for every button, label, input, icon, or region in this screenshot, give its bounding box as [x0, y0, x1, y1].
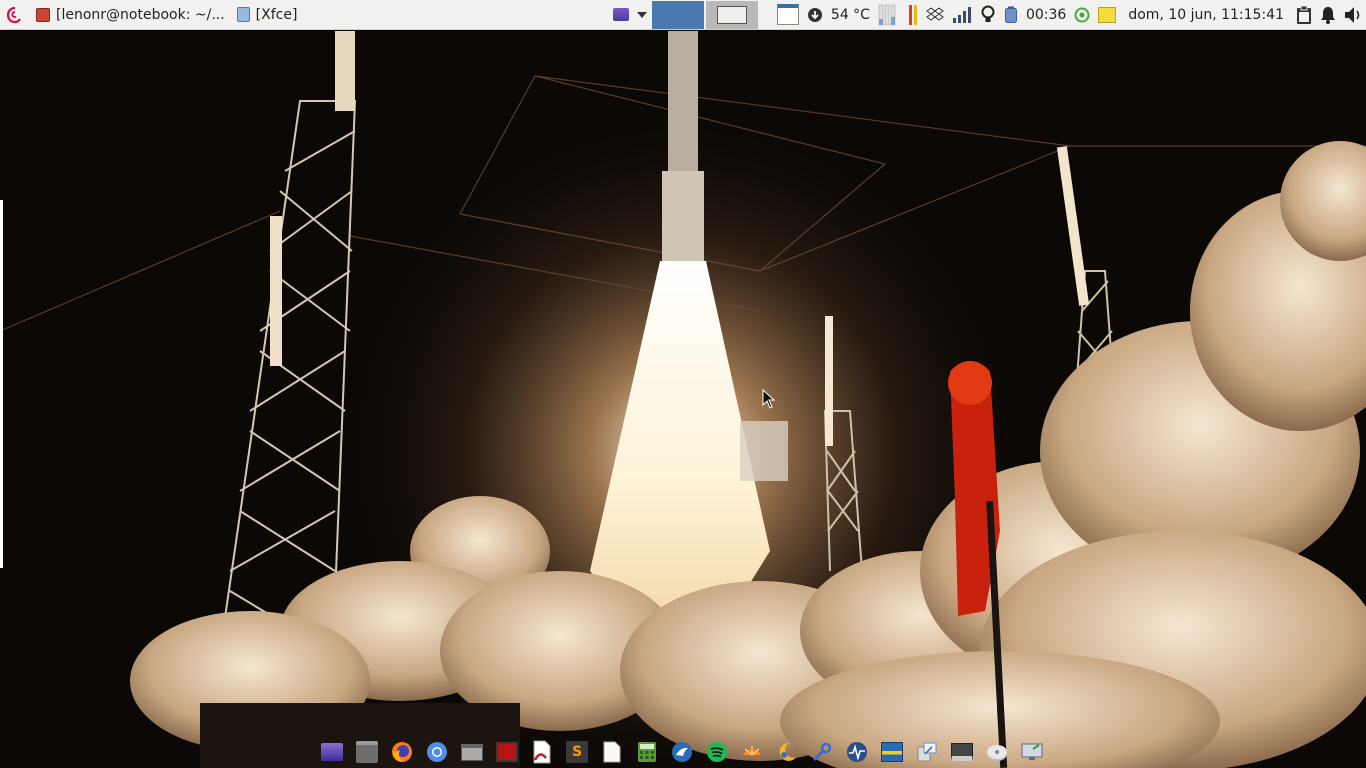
battery-indicator[interactable]: 00:36	[1000, 0, 1070, 30]
workspace-1[interactable]	[651, 0, 704, 29]
cpu-graph[interactable]	[874, 0, 904, 30]
firefox-icon	[392, 742, 412, 762]
dock-item-calculator[interactable]	[635, 740, 659, 764]
document-viewer-icon	[533, 740, 551, 764]
dock-item-resize[interactable]	[915, 740, 939, 764]
dock-item-system-monitor[interactable]	[845, 740, 869, 764]
window-icon	[236, 7, 250, 22]
taskbar-item-terminal[interactable]: [lenonr@notebook: ~/...	[30, 0, 231, 30]
sync-tray-button[interactable]	[1070, 0, 1094, 30]
notes-tray-button[interactable]	[1094, 0, 1120, 30]
window-icon	[461, 743, 483, 761]
volume-icon	[1345, 6, 1360, 23]
file-manager-tray-button[interactable]	[773, 0, 803, 30]
image-viewer-icon	[881, 742, 903, 762]
dock-item-spotify[interactable]	[705, 740, 729, 764]
workspace-2[interactable]	[705, 0, 758, 29]
memory-graph-icon	[908, 4, 917, 25]
clipboard-icon	[1297, 5, 1311, 24]
dropbox-icon	[926, 6, 944, 21]
system-monitor-icon	[847, 742, 867, 762]
dock-item-window[interactable]	[460, 740, 484, 764]
dock-item-remote-desktop[interactable]	[1020, 740, 1044, 764]
tray-terminal-button[interactable]	[609, 0, 633, 30]
bell-icon	[1321, 6, 1335, 24]
dock-item-orange-app[interactable]	[740, 740, 764, 764]
dock-item-screenshot[interactable]	[495, 740, 519, 764]
download-indicator[interactable]	[803, 0, 827, 30]
spotify-icon	[707, 742, 727, 762]
clock-label: dom, 10 jun, 11:15:41	[1128, 6, 1284, 23]
memory-graph[interactable]	[904, 0, 922, 30]
sublime-text-icon: S	[566, 741, 588, 763]
green-circle-icon	[1074, 7, 1090, 22]
remote-desktop-icon	[1021, 743, 1043, 760]
desktop-wallpaper	[0, 31, 1366, 768]
terminal-icon	[321, 743, 343, 761]
temperature-label: 54 °C	[830, 6, 870, 23]
cpu-graph-icon	[878, 4, 896, 25]
network-signal-icon	[952, 6, 971, 23]
dock-item-disk[interactable]	[985, 740, 1009, 764]
download-icon	[807, 7, 822, 22]
applications-menu-button[interactable]	[0, 0, 30, 30]
dock-item-firefox[interactable]	[390, 740, 414, 764]
sticky-note-icon	[1098, 6, 1117, 23]
calculator-icon	[638, 742, 656, 762]
screenshot-icon	[496, 742, 518, 762]
chevron-down-icon	[636, 11, 647, 18]
network-indicator[interactable]	[948, 0, 976, 30]
temperature-indicator[interactable]: 54 °C	[827, 0, 874, 30]
redshift-tray-button[interactable]	[976, 0, 1000, 30]
dock-item-chromium[interactable]	[425, 740, 449, 764]
file-manager-icon	[356, 741, 378, 763]
text-file-icon	[603, 741, 621, 763]
lightbulb-icon	[981, 5, 995, 22]
dock-item-image-viewer[interactable]	[880, 740, 904, 764]
dock-item-moon-app[interactable]	[775, 740, 799, 764]
orange-app-icon	[743, 746, 761, 756]
taskbar-item-xfce[interactable]: [Xfce]	[231, 0, 304, 30]
dock-item-tools[interactable]	[810, 740, 834, 764]
dock: S	[320, 738, 1044, 766]
volume-button[interactable]	[1340, 0, 1366, 30]
moon-app-icon	[779, 742, 796, 761]
chromium-icon	[427, 742, 447, 762]
taskbar-icon	[951, 743, 973, 761]
battery-time-label: 00:36	[1025, 6, 1067, 23]
debian-logo-icon	[6, 6, 21, 23]
dropbox-tray-button[interactable]	[922, 0, 948, 30]
resize-icon	[917, 742, 937, 762]
mouse-cursor-icon	[762, 389, 776, 409]
terminal-icon	[612, 8, 629, 21]
dock-item-document-viewer[interactable]	[530, 740, 554, 764]
tools-icon	[812, 742, 832, 762]
file-manager-icon	[776, 4, 799, 25]
system-tray: 54 °C 00:36 dom, 10 jun, 11:15:41	[609, 0, 1366, 30]
window-list-dropdown[interactable]	[633, 0, 651, 30]
taskbar-item-label: [lenonr@notebook: ~/...	[56, 6, 225, 23]
dock-item-text-file[interactable]	[600, 740, 624, 764]
dock-item-taskbar[interactable]	[950, 740, 974, 764]
left-edge-handle	[0, 200, 3, 568]
battery-icon	[1004, 6, 1017, 23]
dock-item-terminal[interactable]	[320, 740, 344, 764]
taskbar-item-label: [Xfce]	[255, 6, 298, 23]
terminal-icon	[36, 7, 50, 22]
dock-item-bird-app[interactable]	[670, 740, 694, 764]
bird-app-icon	[672, 742, 692, 762]
clock[interactable]: dom, 10 jun, 11:15:41	[1120, 0, 1292, 30]
dock-item-file-manager[interactable]	[355, 740, 379, 764]
disk-icon	[987, 745, 1007, 761]
notifications-button[interactable]	[1316, 0, 1340, 30]
dock-item-sublime-text[interactable]: S	[565, 740, 589, 764]
top-panel: [lenonr@notebook: ~/... [Xfce] 54 °C 00:…	[0, 0, 1366, 30]
clipboard-tray-button[interactable]	[1292, 0, 1316, 30]
